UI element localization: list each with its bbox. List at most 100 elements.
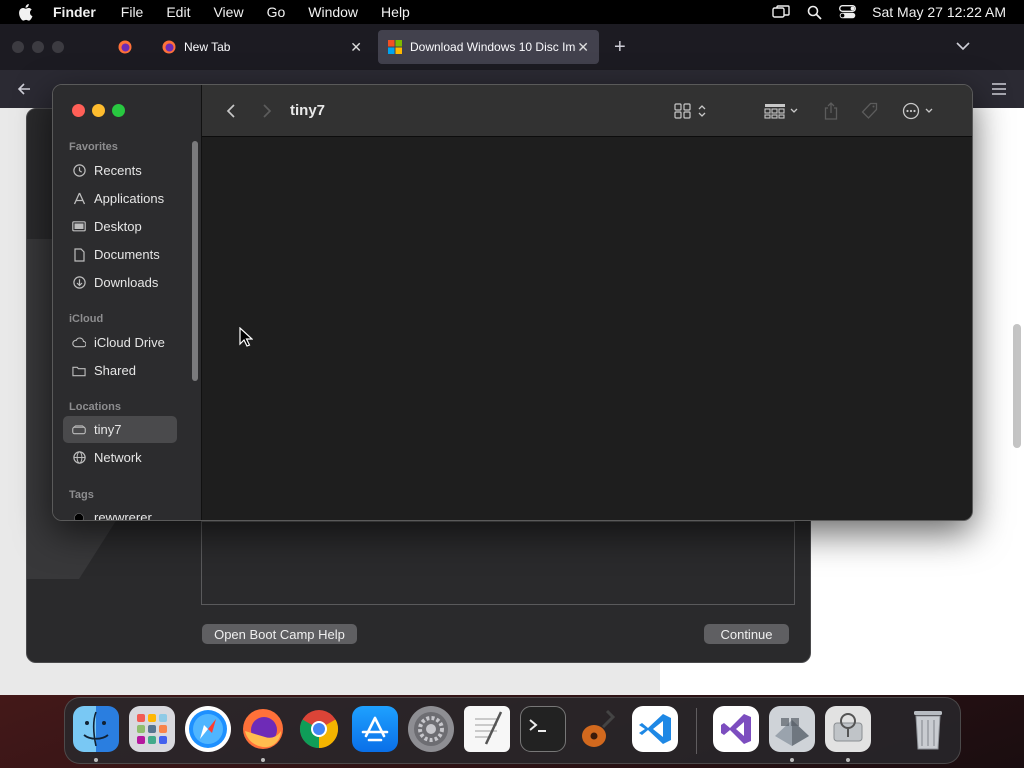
sidebar-scrollbar[interactable]: [192, 141, 198, 381]
close-window-button[interactable]: [72, 104, 85, 117]
screen-mirroring-icon[interactable]: [770, 3, 792, 21]
tag-color-dot-icon: [72, 511, 86, 520]
tag-icon[interactable]: [859, 99, 881, 123]
back-arrow-icon[interactable]: [16, 81, 32, 102]
running-indicator: [261, 758, 265, 762]
zoom-window-button[interactable]: [112, 104, 125, 117]
running-indicator: [790, 758, 794, 762]
app-store-icon[interactable]: [352, 706, 398, 752]
chevron-down-icon[interactable]: [956, 38, 970, 56]
desktop-icon: [72, 220, 86, 234]
finder-content-area[interactable]: [202, 137, 972, 520]
firefox-icon: [162, 40, 176, 54]
visual-studio-icon[interactable]: [713, 706, 759, 752]
back-chevron-icon[interactable]: [222, 99, 240, 123]
dock-separator: [696, 708, 697, 754]
running-indicator: [94, 758, 98, 762]
button-label: Continue: [720, 626, 773, 642]
document-icon: [72, 247, 86, 262]
tab-download-windows[interactable]: Download Windows 10 Disc Ima ✕: [378, 30, 599, 64]
open-boot-camp-help-button[interactable]: Open Boot Camp Help: [202, 624, 357, 644]
shared-folder-icon: [72, 364, 86, 378]
menu-bar-clock[interactable]: Sat May 27 12:22 AM: [872, 4, 1006, 20]
network-globe-icon: [72, 451, 86, 465]
browser-minimize-button[interactable]: [32, 41, 44, 53]
button-label: Open Boot Camp Help: [214, 626, 345, 642]
finder-sidebar: Favorites Recents Applications Desktop D…: [53, 85, 202, 521]
tab-label: Download Windows 10 Disc Ima: [410, 40, 576, 54]
chrome-icon[interactable]: [296, 706, 342, 752]
menu-window[interactable]: Window: [308, 4, 358, 20]
tab-pinned[interactable]: [108, 30, 146, 64]
continue-button[interactable]: Continue: [704, 624, 789, 644]
apple-menu-icon[interactable]: [17, 3, 37, 21]
menu-help[interactable]: Help: [381, 4, 410, 20]
more-actions-icon[interactable]: [901, 99, 937, 123]
sidebar-section-locations: Locations: [69, 401, 121, 413]
menu-view[interactable]: View: [213, 4, 243, 20]
menu-file[interactable]: File: [121, 4, 144, 20]
sidebar-item-label: Applications: [94, 191, 165, 206]
control-center-icon[interactable]: [836, 3, 858, 21]
sidebar-item-label: rewwrerer: [94, 510, 152, 521]
running-indicator: [846, 758, 850, 762]
group-by-icon[interactable]: [763, 99, 801, 123]
sidebar-item-network[interactable]: Network: [63, 444, 177, 471]
forward-chevron-icon[interactable]: [258, 99, 276, 123]
sidebar-item-label: iCloud Drive: [94, 335, 165, 350]
sidebar-item-downloads[interactable]: Downloads: [63, 269, 177, 296]
folder-title: tiny7: [290, 102, 326, 119]
minimize-window-button[interactable]: [92, 104, 105, 117]
download-icon: [72, 276, 86, 290]
garageband-icon[interactable]: [576, 706, 622, 752]
sidebar-section-favorites: Favorites: [69, 141, 118, 153]
firefox-icon[interactable]: [240, 706, 286, 752]
browser-zoom-button[interactable]: [52, 41, 64, 53]
applications-icon: [72, 192, 86, 206]
bootcamp-assistant-icon[interactable]: [769, 706, 815, 752]
app-menu-finder[interactable]: Finder: [53, 4, 96, 20]
sidebar-item-tiny7[interactable]: tiny7: [63, 416, 177, 443]
textedit-icon[interactable]: [464, 706, 510, 752]
sidebar-section-tags: Tags: [69, 489, 94, 501]
sidebar-item-shared[interactable]: Shared: [63, 357, 177, 384]
menu-edit[interactable]: Edit: [166, 4, 190, 20]
spotlight-search-icon[interactable]: [803, 3, 825, 21]
sidebar-item-applications[interactable]: Applications: [63, 185, 177, 212]
page-scrollbar[interactable]: [1013, 324, 1021, 448]
browser-close-button[interactable]: [12, 41, 24, 53]
menu-go[interactable]: Go: [267, 4, 286, 20]
tab-label: New Tab: [184, 40, 231, 54]
sidebar-item-label: Network: [94, 450, 142, 465]
finder-icon[interactable]: [73, 706, 119, 752]
sidebar-item-label: Desktop: [94, 219, 142, 234]
clock-icon: [72, 164, 86, 178]
hamburger-menu-icon[interactable]: [992, 82, 1006, 100]
sidebar-item-label: tiny7: [94, 422, 122, 437]
boot-camp-info-panel: [201, 521, 795, 605]
tab-new-tab[interactable]: New Tab ✕: [152, 30, 372, 64]
share-icon[interactable]: [821, 99, 841, 123]
sidebar-item-label: Recents: [94, 163, 142, 178]
close-tab-icon[interactable]: ✕: [350, 39, 362, 56]
system-preferences-icon[interactable]: [408, 706, 454, 752]
sidebar-item-tag[interactable]: rewwrerer: [63, 504, 177, 521]
sidebar-item-recents[interactable]: Recents: [63, 157, 177, 184]
sidebar-item-label: Shared: [94, 363, 136, 378]
vscode-icon[interactable]: [632, 706, 678, 752]
dock: [64, 697, 961, 764]
icon-view-icon[interactable]: [673, 99, 711, 123]
sidebar-item-desktop[interactable]: Desktop: [63, 213, 177, 240]
terminal-icon[interactable]: [520, 706, 566, 752]
menu-bar: Finder File Edit View Go Window Help Sat…: [0, 0, 1024, 24]
disk-utility-icon[interactable]: [825, 706, 871, 752]
launchpad-icon[interactable]: [129, 706, 175, 752]
sidebar-item-documents[interactable]: Documents: [63, 241, 177, 268]
safari-icon[interactable]: [185, 706, 231, 752]
trash-icon[interactable]: [905, 706, 951, 752]
drive-icon: [72, 423, 86, 437]
finder-window: Favorites Recents Applications Desktop D…: [52, 84, 973, 521]
new-tab-button[interactable]: +: [614, 36, 626, 59]
sidebar-item-icloud-drive[interactable]: iCloud Drive: [63, 329, 177, 356]
close-tab-icon[interactable]: ✕: [577, 39, 589, 56]
